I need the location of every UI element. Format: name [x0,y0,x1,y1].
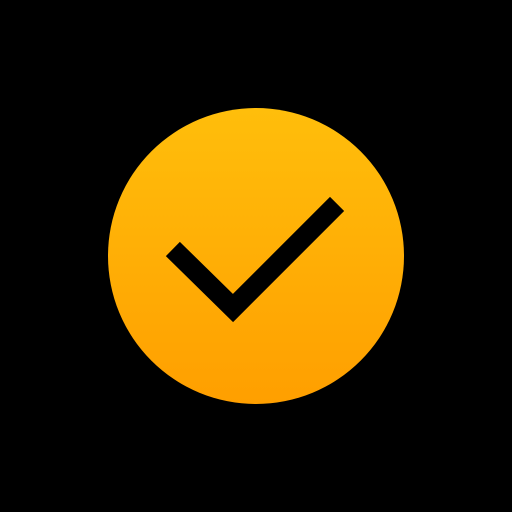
circle-background [108,108,404,404]
icon-canvas [0,0,512,512]
check-circle-icon [108,108,404,404]
